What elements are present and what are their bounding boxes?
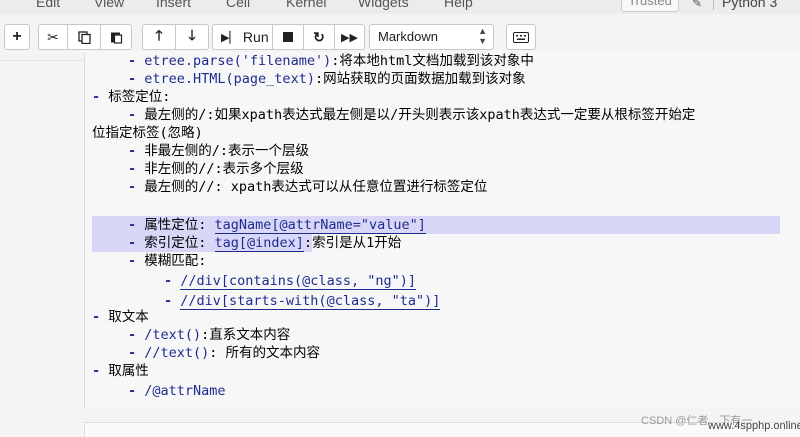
- menu-widgets[interactable]: Widgets: [358, 0, 409, 10]
- menu-view[interactable]: View: [94, 0, 124, 10]
- cut-button[interactable]: ✂: [38, 24, 68, 50]
- cell-type-value: Markdown: [378, 29, 438, 44]
- text-line: - /text():直系文本内容: [128, 327, 291, 343]
- arrow-up-icon: 🡑: [155, 27, 163, 43]
- text-line: - etree.HTML(page_text):网站获取的页面数据加载到该对象: [128, 71, 526, 87]
- command-palette-button[interactable]: [506, 24, 536, 50]
- interrupt-button[interactable]: [273, 24, 304, 50]
- arrow-down-icon: 🡓: [188, 27, 196, 43]
- text-line: - 取文本: [92, 309, 149, 325]
- text-line: - 标签定位:: [92, 89, 171, 105]
- keyboard-icon: [513, 31, 529, 43]
- insert-cell-button[interactable]: +: [4, 24, 30, 50]
- scissors-icon: ✂: [47, 28, 59, 45]
- menu-cell[interactable]: Cell: [226, 0, 250, 10]
- text-line: - 模糊匹配:: [128, 253, 207, 269]
- fast-forward-icon: ▶▶: [341, 31, 358, 44]
- paste-icon: [110, 32, 122, 44]
- text-line: - 最左侧的//: xpath表达式可以从任意位置进行标签定位: [128, 179, 488, 195]
- pencil-icon[interactable]: ✎: [692, 0, 702, 10]
- text-line: - 属性定位: tagName[@attrName="value"]: [128, 217, 426, 234]
- cell-type-select[interactable]: Markdown ▲ ▼: [369, 24, 494, 50]
- move-down-button[interactable]: 🡓: [176, 24, 209, 50]
- menu-bar: Edit View Insert Cell Kernel Widgets Hel…: [0, 0, 800, 14]
- run-button[interactable]: ▶▏ Run: [212, 24, 273, 50]
- text-line: - 非左侧的//:表示多个层级: [128, 161, 304, 177]
- move-up-button[interactable]: 🡑: [142, 24, 176, 50]
- text-line: - 非最左侧的/:表示一个层级: [128, 143, 310, 159]
- text-line: - 索引定位: tag[@index]:索引是从1开始: [128, 235, 402, 252]
- text-line: - 最左侧的/:如果xpath表达式最左侧是以/开头则表示该xpath表达式一定…: [128, 107, 696, 123]
- run-label: Run: [242, 29, 269, 45]
- copy-icon: [77, 30, 91, 44]
- updown-icon: ▲ ▼: [478, 26, 487, 46]
- watermark-site: www.4spphp.online: [708, 420, 800, 432]
- text-line: - /@attrName: [128, 383, 226, 399]
- text-line: 位指定标签(忽略): [92, 125, 203, 141]
- kernel-name[interactable]: Python 3: [722, 0, 777, 10]
- text-line: - 取属性: [92, 363, 149, 379]
- text-line: - //text(): 所有的文本内容: [128, 345, 321, 361]
- menu-insert[interactable]: Insert: [156, 0, 191, 10]
- trusted-indicator[interactable]: Trusted: [621, 0, 679, 12]
- copy-button[interactable]: [68, 24, 101, 50]
- divider: [713, 0, 714, 10]
- menu-edit[interactable]: Edit: [36, 0, 60, 10]
- refresh-icon: ↻: [313, 28, 325, 45]
- restart-run-all-button[interactable]: ▶▶: [335, 24, 365, 50]
- text-line: - etree.parse('filename'):将本地html文档加载到该对…: [128, 53, 534, 69]
- text-line: - //div[starts-with(@class, "ta")]: [164, 293, 441, 310]
- paste-button[interactable]: [101, 24, 132, 50]
- plus-icon: +: [12, 28, 22, 45]
- stop-icon: [283, 32, 293, 42]
- text-line: - //div[contains(@class, "ng")]: [164, 273, 416, 290]
- step-forward-icon: ▶▏: [221, 31, 238, 44]
- menu-help[interactable]: Help: [444, 0, 473, 10]
- restart-button[interactable]: ↻: [304, 24, 335, 50]
- menu-kernel[interactable]: Kernel: [286, 0, 326, 10]
